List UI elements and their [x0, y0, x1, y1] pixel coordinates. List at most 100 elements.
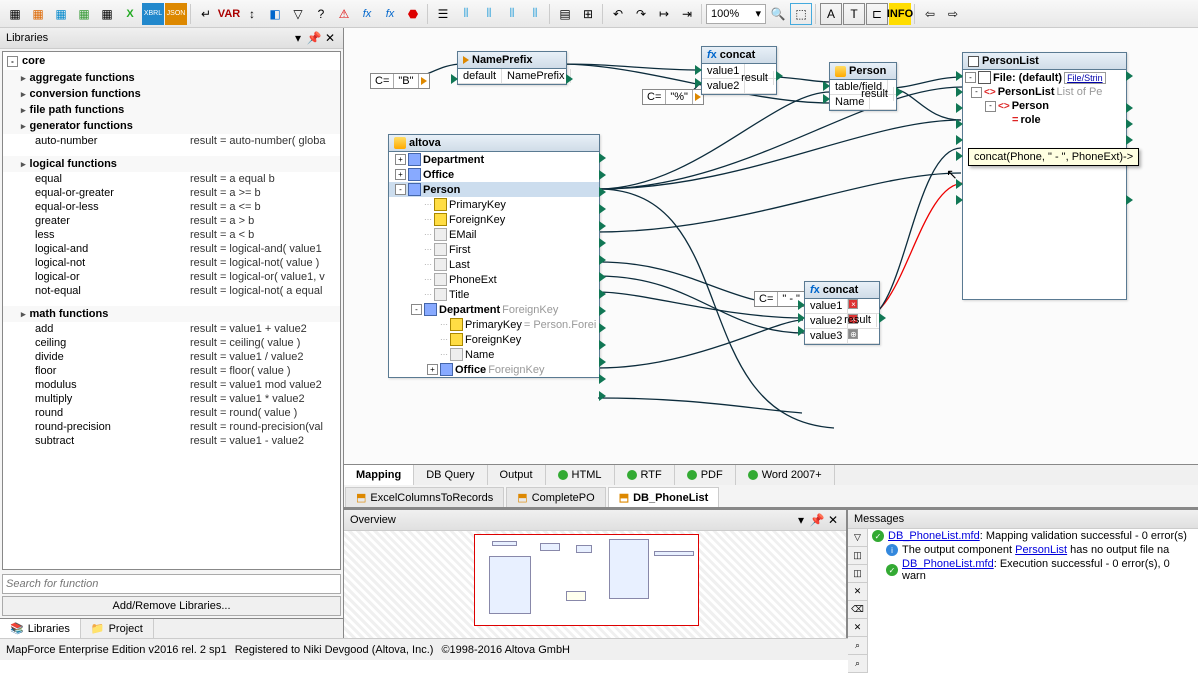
- constant-b-node[interactable]: C= "B": [370, 73, 430, 89]
- panel-close-icon[interactable]: ✕: [826, 513, 840, 527]
- output-port[interactable]: [599, 221, 606, 231]
- message-item[interactable]: ✓DB_PhoneList.mfd: Execution successful …: [868, 557, 1198, 583]
- remove-icon[interactable]: ×: [848, 299, 858, 309]
- lib-category[interactable]: file path functions: [3, 102, 340, 118]
- output-port[interactable]: [599, 289, 606, 299]
- input-port[interactable]: [798, 300, 805, 310]
- lib-category[interactable]: generator functions: [3, 118, 340, 134]
- libraries-tree[interactable]: -core aggregate functionsconversion func…: [2, 51, 341, 570]
- tb-btn-g2[interactable]: ⦀: [478, 3, 500, 25]
- tree-row[interactable]: = role: [963, 113, 1126, 127]
- tb-btn-grid[interactable]: ▤: [554, 3, 576, 25]
- lib-function[interactable]: lessresult = a < b: [3, 228, 340, 242]
- tb-btn-tc[interactable]: ⊏: [866, 3, 888, 25]
- expand-icon[interactable]: -: [395, 184, 406, 195]
- msg-btn[interactable]: ◫: [848, 547, 867, 565]
- tb-btn-fx2[interactable]: fx: [379, 3, 401, 25]
- expand-icon[interactable]: +: [395, 169, 406, 180]
- tree-row[interactable]: ⋯ForeignKey: [389, 332, 599, 347]
- input-port[interactable]: [956, 103, 963, 113]
- view-tab-db-query[interactable]: DB Query: [414, 465, 487, 485]
- message-item[interactable]: iThe output component PersonList has no …: [868, 543, 1198, 557]
- tb-btn-1[interactable]: ▦: [4, 3, 26, 25]
- tb-btn-tt[interactable]: T: [843, 3, 865, 25]
- expand-icon[interactable]: -: [411, 304, 422, 315]
- lib-function[interactable]: auto-numberresult = auto-number( globa: [3, 134, 340, 148]
- output-port[interactable]: [599, 374, 606, 384]
- tb-btn-cond[interactable]: ?: [310, 3, 332, 25]
- view-tab-mapping[interactable]: Mapping: [344, 465, 414, 485]
- lib-function[interactable]: modulusresult = value1 mod value2: [3, 378, 340, 392]
- tb-btn-ann[interactable]: ⊞: [577, 3, 599, 25]
- input-port[interactable]: [798, 313, 805, 323]
- tb-btn-json[interactable]: JSON: [165, 3, 187, 25]
- panel-pin-icon[interactable]: 📌: [307, 31, 321, 45]
- panel-close-icon[interactable]: ✕: [323, 31, 337, 45]
- tab-libraries[interactable]: 📚Libraries: [0, 619, 81, 638]
- person-node[interactable]: Person table/field Nameresult: [829, 62, 897, 111]
- tb-btn-4[interactable]: ▦: [73, 3, 95, 25]
- lib-function[interactable]: subtractresult = value1 - value2: [3, 434, 340, 448]
- lib-function[interactable]: logical-orresult = logical-or( value1, v: [3, 270, 340, 284]
- zoom-combo[interactable]: 100%▾: [706, 4, 766, 24]
- lib-function[interactable]: equalresult = a equal b: [3, 172, 340, 186]
- output-port[interactable]: [566, 74, 573, 84]
- lib-category[interactable]: aggregate functions: [3, 70, 340, 86]
- doc-tab[interactable]: ⬒ExcelColumnsToRecords: [345, 487, 504, 507]
- message-link[interactable]: PersonList: [1015, 544, 1067, 556]
- output-port[interactable]: [599, 238, 606, 248]
- output-port[interactable]: [599, 255, 606, 265]
- tree-row[interactable]: ⋯PhoneExt: [389, 272, 599, 287]
- output-port[interactable]: [599, 187, 606, 197]
- output-port[interactable]: [599, 272, 606, 282]
- input-port[interactable]: [956, 71, 963, 81]
- tb-btn-stop[interactable]: ⬣: [402, 3, 424, 25]
- panel-menu-icon[interactable]: ▾: [794, 513, 808, 527]
- tree-row[interactable]: ⋯Name: [389, 347, 599, 362]
- tb-btn-except[interactable]: ⚠: [333, 3, 355, 25]
- mapping-canvas[interactable]: C= "B" NamePrefix defaultNamePrefix C= "…: [344, 28, 1198, 464]
- lib-function[interactable]: equal-or-lessresult = a <= b: [3, 200, 340, 214]
- tree-row[interactable]: +Office: [389, 167, 599, 182]
- tree-row[interactable]: ⋯EMail: [389, 227, 599, 242]
- libraries-search-input[interactable]: [2, 574, 341, 594]
- input-port[interactable]: [823, 94, 830, 104]
- lib-function[interactable]: logical-notresult = logical-not( value ): [3, 256, 340, 270]
- tree-row[interactable]: -<> Person: [963, 99, 1126, 113]
- msg-btn[interactable]: ✕: [848, 583, 867, 601]
- message-item[interactable]: ✓DB_PhoneList.mfd: Mapping validation su…: [868, 529, 1198, 543]
- tree-row[interactable]: ⋯First: [389, 242, 599, 257]
- constant-percent-node[interactable]: C= "%": [642, 89, 704, 105]
- message-link[interactable]: DB_PhoneList.mfd: [888, 530, 980, 542]
- tree-row[interactable]: ⋯Title: [389, 287, 599, 302]
- tb-btn-5[interactable]: ▦: [96, 3, 118, 25]
- view-tab-pdf[interactable]: PDF: [675, 465, 736, 485]
- tb-btn-next[interactable]: ⇨: [942, 3, 964, 25]
- msg-filter-icon[interactable]: ▽: [848, 529, 867, 547]
- tb-btn-g1[interactable]: ⦀: [455, 3, 477, 25]
- nameprefix-node[interactable]: NamePrefix defaultNamePrefix: [457, 51, 567, 85]
- tb-btn-align[interactable]: ☰: [432, 3, 454, 25]
- file-string-button[interactable]: File/Strin: [1064, 72, 1106, 84]
- tb-btn-info[interactable]: INFO: [889, 3, 911, 25]
- output-port[interactable]: [896, 87, 903, 97]
- tb-btn-xbrl[interactable]: XBRL: [142, 3, 164, 25]
- tb-btn-fx[interactable]: fx: [356, 3, 378, 25]
- input-port[interactable]: [451, 74, 458, 84]
- tb-btn-3[interactable]: ▦: [50, 3, 72, 25]
- panel-pin-icon[interactable]: 📌: [810, 513, 824, 527]
- tb-btn-end[interactable]: ⇥: [676, 3, 698, 25]
- output-port[interactable]: [599, 340, 606, 350]
- expand-icon[interactable]: -: [965, 72, 976, 83]
- input-port[interactable]: [695, 65, 702, 75]
- tree-row[interactable]: ⋯PrimaryKey: [389, 197, 599, 212]
- output-port[interactable]: [599, 170, 606, 180]
- input-port[interactable]: [798, 326, 805, 336]
- add-icon[interactable]: ⊕: [848, 329, 858, 339]
- input-port[interactable]: [956, 119, 963, 129]
- input-port[interactable]: [956, 87, 963, 97]
- input-port[interactable]: [956, 195, 963, 205]
- lib-function[interactable]: logical-andresult = logical-and( value1: [3, 242, 340, 256]
- lib-category[interactable]: math functions: [3, 306, 340, 322]
- tb-btn-step[interactable]: ↦: [653, 3, 675, 25]
